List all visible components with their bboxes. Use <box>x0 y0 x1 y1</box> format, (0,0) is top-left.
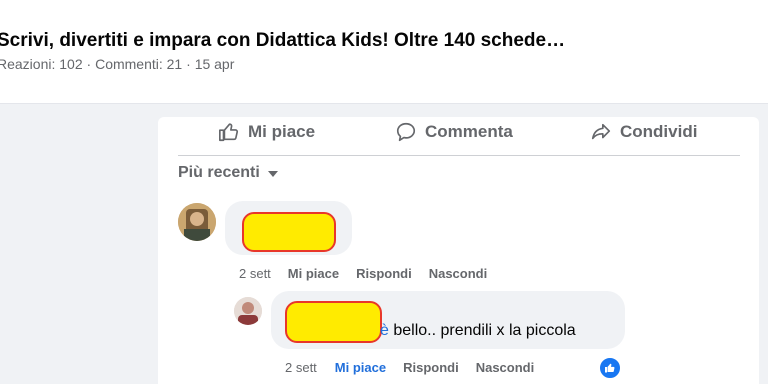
avatar[interactable] <box>178 203 216 241</box>
caret-down-icon <box>267 171 278 177</box>
comment-action-label: Commenta <box>425 122 513 141</box>
comment-action-button[interactable]: Commenta <box>395 121 513 143</box>
user-photo-icon <box>178 203 216 241</box>
post-title[interactable]: Scrivi, divertiti e impara con Didattica… <box>0 30 565 52</box>
reactions-count[interactable]: Reazioni: 102 <box>0 56 83 72</box>
post-stats: Reazioni: 102 · Commenti: 21 · 15 apr <box>0 56 234 72</box>
comment-time[interactable]: 2 sett <box>239 266 271 281</box>
reply-time[interactable]: 2 sett <box>285 360 317 375</box>
thumbs-up-icon <box>605 363 615 373</box>
comments-panel: Mi piace Commenta Condividi Più recenti <box>158 117 759 384</box>
reply-meta-row: 2 sett Mi piace Rispondi Nascondi <box>285 360 534 375</box>
reply-text: è bello.. prendili x la piccola <box>380 322 576 340</box>
post-header: Scrivi, divertiti e impara con Didattica… <box>0 0 768 104</box>
post-date[interactable]: 15 apr <box>195 56 235 72</box>
reply-reply-link[interactable]: Rispondi <box>403 360 459 375</box>
share-arrow-icon <box>591 123 611 140</box>
thumbs-up-icon <box>219 123 239 142</box>
action-bar-divider <box>178 155 740 156</box>
redacted-author-name <box>242 212 336 252</box>
share-action-label: Condividi <box>620 122 698 141</box>
comment-reply-link[interactable]: Rispondi <box>356 266 412 281</box>
mention-link-tail[interactable]: è <box>380 322 389 339</box>
like-action-label: Mi piace <box>248 122 316 141</box>
like-reaction-badge[interactable] <box>598 356 622 380</box>
comment-sort-dropdown[interactable]: Più recenti <box>178 164 278 182</box>
avatar[interactable] <box>234 297 262 325</box>
redacted-author-name <box>285 301 382 343</box>
user-photo-icon <box>234 297 262 325</box>
like-action-button[interactable]: Mi piace <box>218 121 315 143</box>
share-action-button[interactable]: Condividi <box>590 121 697 143</box>
comment-bubble-icon <box>396 122 416 142</box>
reply-hide-link[interactable]: Nascondi <box>476 360 535 375</box>
sort-label: Più recenti <box>178 164 260 181</box>
comment-hide-link[interactable]: Nascondi <box>429 266 488 281</box>
comment-meta-row: 2 sett Mi piace Rispondi Nascondi <box>239 266 487 281</box>
reply-body: bello.. prendili x la piccola <box>388 322 576 339</box>
reply-like-link[interactable]: Mi piace <box>335 360 386 375</box>
comments-count[interactable]: Commenti: 21 <box>95 56 182 72</box>
comment-like-link[interactable]: Mi piace <box>288 266 339 281</box>
post-action-bar: Mi piace Commenta Condividi <box>158 117 759 147</box>
